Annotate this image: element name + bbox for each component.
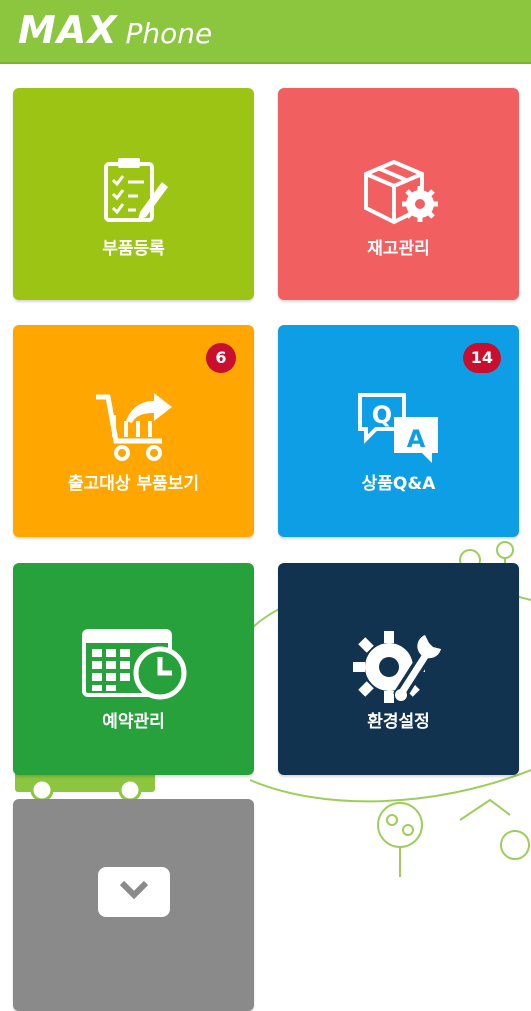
tile-label: 출고대상 부품보기 bbox=[67, 474, 200, 494]
gear-wrench-icon bbox=[352, 631, 441, 703]
tile-label: 상품Q&A bbox=[361, 474, 436, 494]
chevron-down-icon bbox=[97, 867, 170, 917]
tile-label: 재고관리 bbox=[367, 239, 430, 259]
logo-main-text: MAX bbox=[18, 8, 118, 52]
tile-label: 환경설정 bbox=[367, 712, 430, 732]
notification-badge: 6 bbox=[206, 343, 236, 373]
tile-more[interactable] bbox=[13, 799, 254, 1011]
tile-product-qa[interactable]: 14 Q A 상품Q&A bbox=[278, 325, 519, 537]
notification-badge: 14 bbox=[462, 343, 501, 373]
svg-text:A: A bbox=[406, 425, 425, 453]
tile-part-register[interactable]: 부품등록 bbox=[13, 88, 254, 300]
app-header: MAX Phone bbox=[0, 0, 531, 64]
cart-export-icon bbox=[95, 393, 172, 461]
tile-label: 예약관리 bbox=[102, 712, 165, 732]
calendar-clock-icon bbox=[81, 629, 186, 700]
box-gear-icon bbox=[363, 159, 438, 225]
clipboard-checklist-icon bbox=[103, 158, 168, 222]
qa-bubbles-icon: Q A bbox=[357, 393, 438, 463]
app-logo: MAX Phone bbox=[18, 8, 212, 52]
tile-inventory[interactable]: 재고관리 bbox=[278, 88, 519, 300]
tile-label: 부품등록 bbox=[102, 239, 165, 259]
tile-reservation[interactable]: 예약관리 bbox=[13, 563, 254, 775]
tile-settings[interactable]: 환경설정 bbox=[278, 563, 519, 775]
tile-outbound-parts[interactable]: 6 출고대상 부품보기 bbox=[13, 325, 254, 537]
svg-text:Q: Q bbox=[371, 401, 391, 429]
logo-sub-text: Phone bbox=[125, 17, 213, 50]
